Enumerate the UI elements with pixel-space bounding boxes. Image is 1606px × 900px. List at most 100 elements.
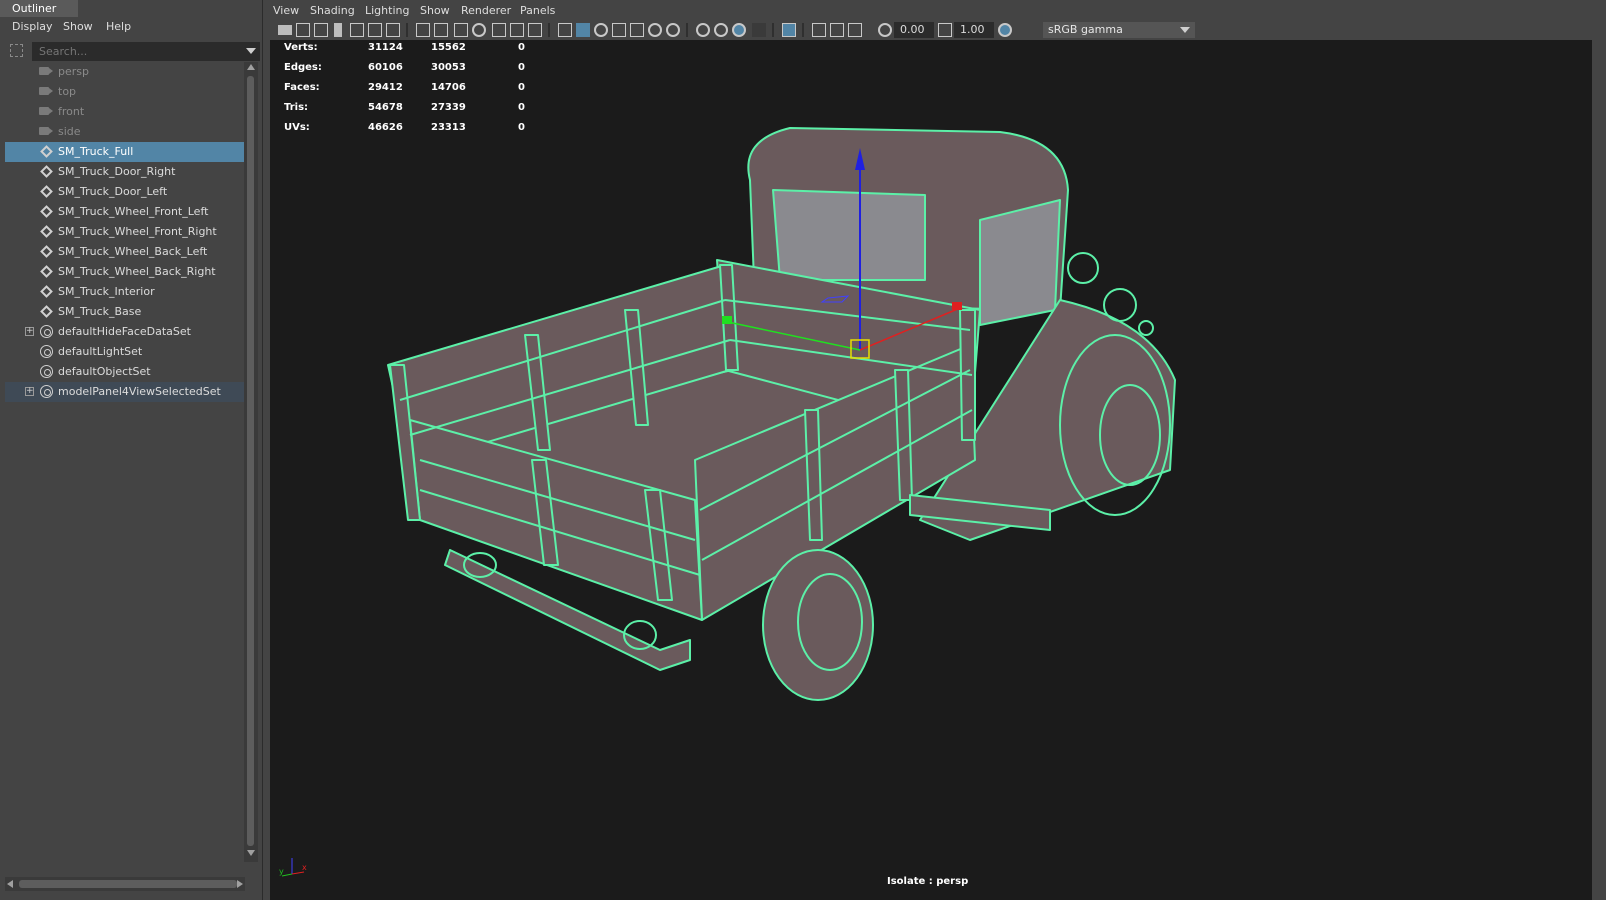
menu-show[interactable]: Show [420,4,450,17]
menu-renderer[interactable]: Renderer [461,4,511,17]
resolution-gate-icon[interactable] [454,23,468,37]
grid-toggle-icon[interactable] [416,23,430,37]
outliner-item[interactable]: SM_Truck_Base [5,302,249,322]
cab-side-window [979,199,1061,326]
mesh-icon [40,285,53,298]
axis-y-label: y [279,867,284,876]
menu-show[interactable]: Show [63,20,93,33]
camera-attributes-icon[interactable] [296,23,310,37]
menu-display[interactable]: Display [12,20,53,33]
wireframe-icon[interactable] [558,23,572,37]
outliner-item[interactable]: defaultLightSet [5,342,249,362]
outliner-item[interactable]: top [5,82,249,102]
view-axis-indicator: x y [279,858,307,877]
exposure-icon[interactable] [878,23,892,37]
xray-joints-icon[interactable] [848,23,862,37]
xray-active-icon[interactable] [830,23,844,37]
isolate-select-icon[interactable] [782,23,796,37]
outliner-item[interactable]: + modelPanel4ViewSelectedSet [5,382,249,402]
depth-of-field-icon[interactable] [752,23,766,37]
select-camera-icon[interactable] [278,25,292,35]
outliner-item[interactable]: defaultObjectSet [5,362,249,382]
field-chart-icon[interactable] [492,23,506,37]
camera-icon [39,67,53,75]
right-panel-edge [1592,0,1606,900]
gamma-field[interactable]: 1.00 [954,22,994,38]
outliner-item[interactable]: SM_Truck_Wheel_Back_Right [5,262,249,282]
hud-stat-value: 46626 [368,122,403,133]
outliner-item[interactable]: SM_Truck_Wheel_Front_Right [5,222,249,242]
safe-title-icon[interactable] [528,23,542,37]
expand-icon[interactable]: + [25,387,34,396]
outliner-item-label: SM_Truck_Full [58,145,134,158]
grid-icon[interactable] [386,23,400,37]
scroll-thumb[interactable] [247,76,254,846]
motion-blur-icon[interactable] [714,23,728,37]
film-gate-icon[interactable] [434,23,448,37]
default-material-icon[interactable] [594,23,608,37]
outliner-item-label: SM_Truck_Interior [58,285,155,298]
headlight-left [1067,252,1099,284]
multisample-aa-icon[interactable] [732,23,746,37]
smooth-shade-icon[interactable] [576,23,590,37]
hud-stat-value: 15562 [431,42,466,53]
textured-icon[interactable] [630,23,644,37]
toolbar-separator [802,23,804,37]
scroll-right-arrow-icon[interactable] [237,880,243,888]
mesh-icon [40,305,53,318]
menu-lighting[interactable]: Lighting [365,4,409,17]
truck-wireframe-model[interactable] [270,40,1560,870]
bookmark-icon[interactable] [314,23,328,37]
xray-icon[interactable] [812,23,826,37]
wireframe-on-shaded-icon[interactable] [612,23,626,37]
outliner-panel: Outliner Display Show Help persp top front… [0,0,263,900]
color-management-icon[interactable] [998,23,1012,37]
outliner-item-label: SM_Truck_Wheel_Back_Right [58,265,216,278]
outliner-horizontal-scrollbar[interactable] [5,877,245,891]
exposure-field[interactable]: 0.00 [894,22,934,38]
outliner-item[interactable]: SM_Truck_Wheel_Back_Left [5,242,249,262]
scroll-down-arrow-icon[interactable] [247,850,255,856]
outliner-item[interactable]: SM_Truck_Full [5,142,249,162]
hscroll-thumb[interactable] [19,880,237,888]
expand-icon[interactable]: + [25,327,34,336]
menu-help[interactable]: Help [106,20,131,33]
gamma-icon[interactable] [938,23,952,37]
outliner-item[interactable]: side [5,122,249,142]
outliner-item[interactable]: front [5,102,249,122]
outliner-item[interactable]: SM_Truck_Door_Left [5,182,249,202]
mesh-icon [40,145,53,158]
color-space-dropdown-icon[interactable] [1180,27,1190,33]
color-space-select[interactable]: sRGB gamma [1043,22,1195,38]
scroll-up-arrow-icon[interactable] [247,64,255,70]
select-filter-icon[interactable] [10,44,23,57]
mesh-icon [40,245,53,258]
3d-viewport[interactable]: Verts: 31124 15562 0 Edges: 60106 30053 0 Faces:… [270,40,1592,900]
search-input[interactable] [32,42,260,61]
outliner-item[interactable]: + defaultHideFaceDataSet [5,322,249,342]
menu-panels[interactable]: Panels [520,4,555,17]
outliner-vertical-scrollbar[interactable] [244,62,258,862]
set-icon [40,365,53,378]
outliner-tab[interactable]: Outliner [0,0,78,17]
mesh-icon [40,265,53,278]
menu-shading[interactable]: Shading [310,4,355,17]
outliner-item[interactable]: SM_Truck_Door_Right [5,162,249,182]
screen-space-ao-icon[interactable] [696,23,710,37]
menu-view[interactable]: View [273,4,299,17]
outliner-item[interactable]: SM_Truck_Wheel_Front_Left [5,202,249,222]
outliner-item[interactable]: SM_Truck_Interior [5,282,249,302]
safe-action-icon[interactable] [510,23,524,37]
use-all-lights-icon[interactable] [648,23,662,37]
hud-stat-value: 60106 [368,62,403,73]
search-dropdown-icon[interactable] [246,48,256,54]
grease-pencil-icon[interactable] [368,23,382,37]
scroll-left-arrow-icon[interactable] [7,880,13,888]
shadows-icon[interactable] [666,23,680,37]
image-plane-icon[interactable] [334,23,342,37]
mesh-icon [40,185,53,198]
2d-pan-zoom-icon[interactable] [350,23,364,37]
gate-mask-icon[interactable] [472,23,486,37]
outliner-item[interactable]: persp [5,62,249,82]
outliner-item-label: modelPanel4ViewSelectedSet [58,385,221,398]
